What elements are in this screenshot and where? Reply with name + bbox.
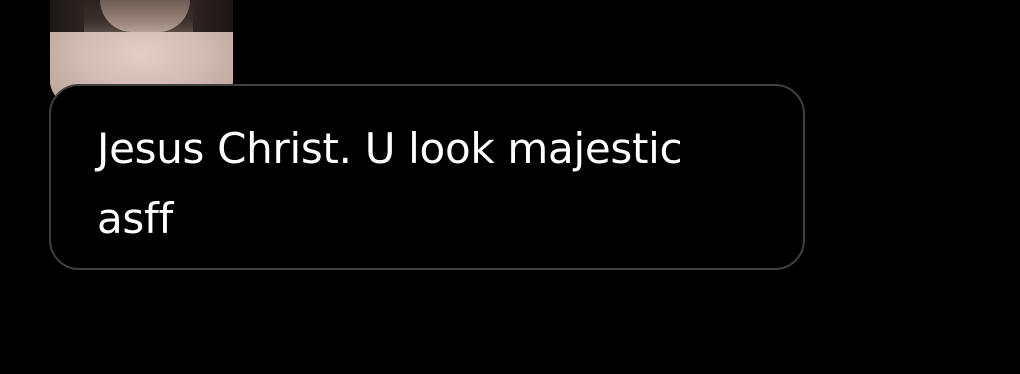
message-text: Jesus Christ. U look majestic asff — [97, 124, 683, 243]
photo-neck — [100, 0, 190, 32]
photo-hair-left — [50, 0, 84, 32]
chat-screen: Jesus Christ. U look majestic asff — [0, 0, 1020, 374]
message-bubble[interactable]: Jesus Christ. U look majestic asff — [49, 84, 805, 270]
photo-hair-right — [193, 0, 233, 32]
